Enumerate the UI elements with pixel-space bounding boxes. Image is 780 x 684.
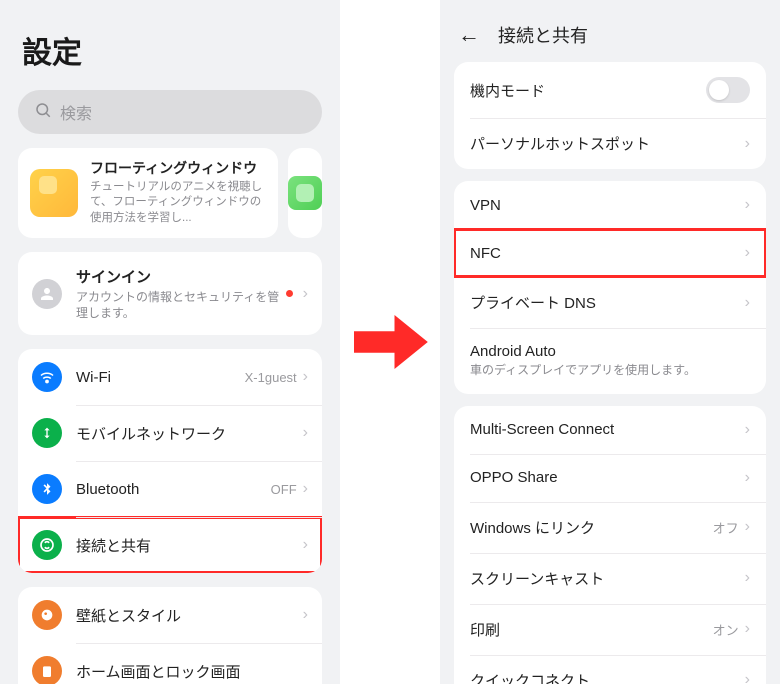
list-item-label: プライベート DNS [470,292,745,313]
chevron-right-icon: › [745,294,750,312]
list-item-label: 機内モード [470,80,706,101]
chevron-right-icon: › [745,569,750,587]
wallpaper-item[interactable]: 壁紙とスタイル › [18,587,322,643]
connection-share-screen: ← 接続と共有 機内モード パーソナルホットスポット › VPN › NFC ›… [440,0,780,684]
settings-screen: 設定 検索 フローティングウィンドウ チュートリアルのアニメを視聴して、フローテ… [0,0,340,684]
list-item-value: X-1guest [245,370,297,385]
signin-desc: アカウントの情報とセキュリティを管理します。 [76,289,286,321]
chevron-right-icon: › [303,480,308,498]
quick-connect-item[interactable]: クイックコネクト › [454,655,766,684]
list-item-label: NFC [470,245,745,262]
list-item-label: 接続と共有 [76,535,303,556]
bluetooth-icon [32,474,62,504]
search-icon [34,101,52,124]
search-placeholder: 検索 [60,100,92,124]
style-group: 壁紙とスタイル › ホーム画面とロック画面 [18,587,322,684]
list-item-label: スクリーンキャスト [470,568,745,589]
avatar-icon [32,279,62,309]
connection-share-icon [32,530,62,560]
home-lock-item[interactable]: ホーム画面とロック画面 [18,643,322,684]
chevron-right-icon: › [745,421,750,439]
chevron-right-icon: › [745,518,750,536]
signin-card[interactable]: サインイン アカウントの情報とセキュリティを管理します。 › [18,252,322,335]
chevron-right-icon: › [303,536,308,554]
wallpaper-icon [32,600,62,630]
bluetooth-item[interactable]: Bluetooth OFF › [18,461,322,517]
floating-window-icon [30,169,78,217]
floating-window-card[interactable]: フローティングウィンドウ チュートリアルのアニメを視聴して、フローティングウィン… [18,148,278,238]
page-title: 設定 [0,0,340,90]
chevron-right-icon: › [745,244,750,262]
chevron-right-icon: › [303,285,308,303]
mobile-network-icon [32,418,62,448]
chevron-right-icon: › [303,606,308,624]
list-item-label: 印刷 [470,619,713,640]
list-item-label: VPN [470,197,745,214]
nfc-item[interactable]: NFC › [454,229,766,277]
page-title: 接続と共有 [498,22,588,48]
group-network: VPN › NFC › プライベート DNS › Android Auto 車の… [454,181,766,394]
step-arrow [340,0,440,684]
mobile-network-item[interactable]: モバイルネットワーク › [18,405,322,461]
wifi-icon [32,362,62,392]
windows-link-item[interactable]: Windows にリンク オフ › [454,502,766,553]
airplane-mode-item[interactable]: 機内モード [454,62,766,118]
list-item-value: オフ [713,518,739,537]
print-item[interactable]: 印刷 オン › [454,604,766,655]
group-share: Multi-Screen Connect › OPPO Share › Wind… [454,406,766,684]
chevron-right-icon: › [745,469,750,487]
private-dns-item[interactable]: プライベート DNS › [454,277,766,328]
vpn-item[interactable]: VPN › [454,181,766,229]
network-group: Wi-Fi X-1guest › モバイルネットワーク › Bluetooth O… [18,349,322,573]
chevron-right-icon: › [745,196,750,214]
home-screen-icon [32,656,62,684]
screen-cast-item[interactable]: スクリーンキャスト › [454,553,766,604]
android-auto-item[interactable]: Android Auto 車のディスプレイでアプリを使用します。 [454,328,766,394]
hotspot-item[interactable]: パーソナルホットスポット › [454,118,766,169]
card-desc: チュートリアルのアニメを視聴して、フローティングウィンドウの使用方法を学習し..… [90,180,266,227]
signin-title: サインイン [76,266,286,287]
list-item-label: OPPO Share [470,469,745,486]
connection-share-item[interactable]: 接続と共有 › [18,517,322,573]
list-item-label: クイックコネクト [470,670,745,684]
list-item-value: OFF [271,482,297,497]
mini-card-icon [288,176,322,210]
multiscreen-item[interactable]: Multi-Screen Connect › [454,406,766,454]
chevron-right-icon: › [303,424,308,442]
chevron-right-icon: › [303,368,308,386]
list-item-label: パーソナルホットスポット [470,133,745,154]
list-item-label: Wi-Fi [76,369,245,386]
oppo-share-item[interactable]: OPPO Share › [454,454,766,502]
chevron-right-icon: › [745,620,750,638]
list-item-sub: 車のディスプレイでアプリを使用します。 [470,363,750,379]
list-item-label: Android Auto [470,343,750,360]
list-item-label: Windows にリンク [470,517,713,538]
mini-card[interactable] [288,148,322,238]
list-item-label: ホーム画面とロック画面 [76,661,308,682]
card-title: フローティングウィンドウ [90,160,266,178]
chevron-right-icon: › [745,135,750,153]
list-item-label: Multi-Screen Connect [470,421,745,438]
list-item-label: Bluetooth [76,481,271,498]
list-item-label: 壁紙とスタイル [76,605,303,626]
airplane-mode-toggle[interactable] [706,77,750,103]
list-item-label: モバイルネットワーク [76,423,303,444]
search-input[interactable]: 検索 [18,90,322,134]
chevron-right-icon: › [745,671,750,684]
alert-dot-icon [286,290,293,297]
group-general: 機内モード パーソナルホットスポット › [454,62,766,169]
back-button[interactable]: ← [458,22,480,48]
list-item-value: オン [713,620,739,639]
wifi-item[interactable]: Wi-Fi X-1guest › [18,349,322,405]
